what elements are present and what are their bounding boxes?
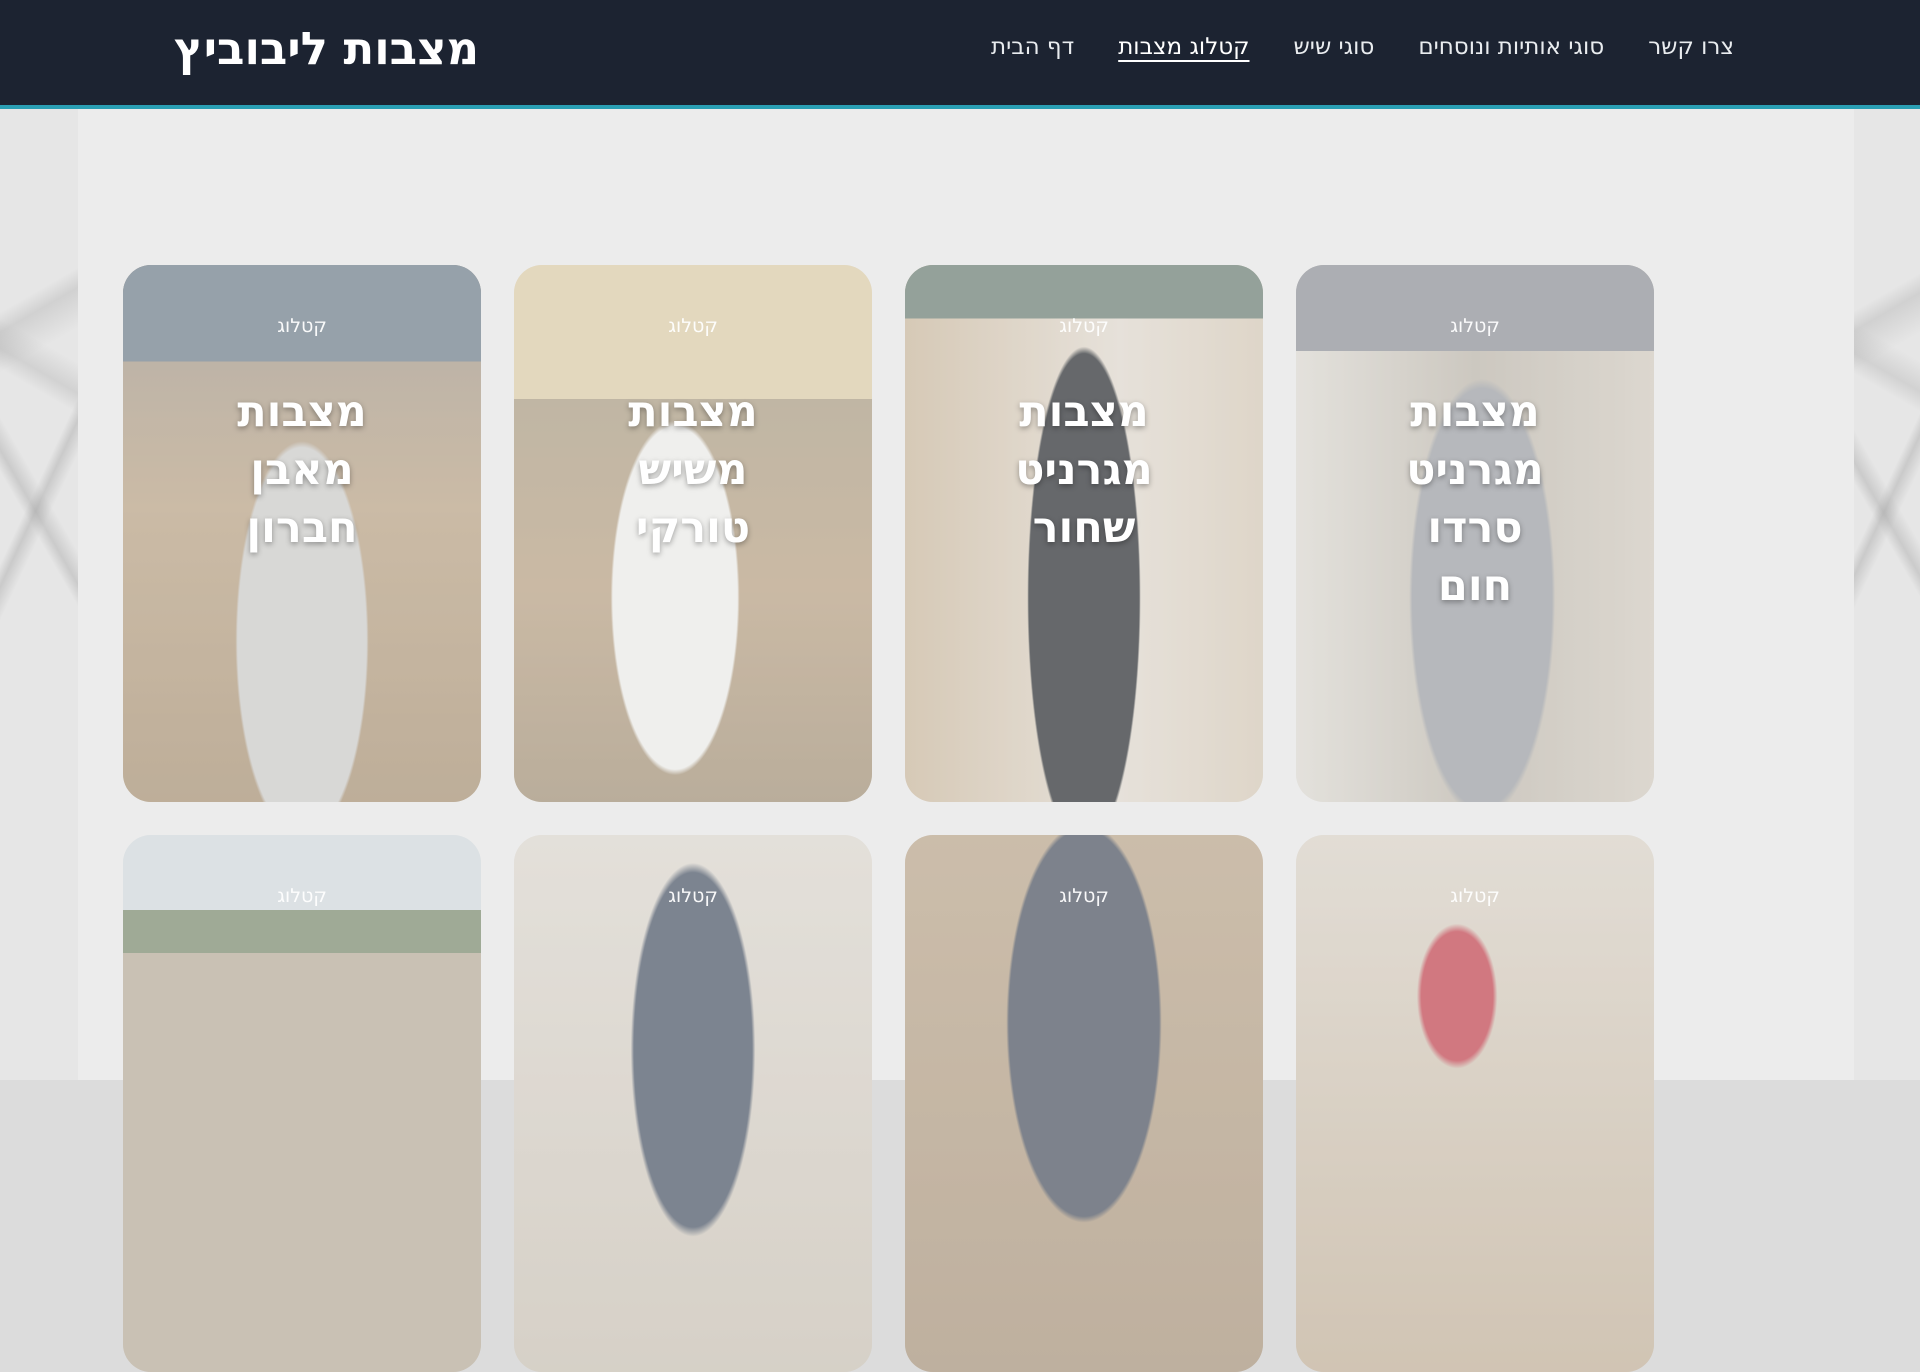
card-title-line: חום [1437,561,1513,611]
nav-home[interactable]: דף הבית [991,34,1074,60]
card-tag: קטלוג [668,315,718,337]
card-overlay [905,835,1263,1372]
card-title: מצבות מגרניט סרדו חום [1316,383,1634,615]
card-title: מצבות מגרניט שחור [925,383,1243,557]
card-title-line: מצבות [628,387,758,437]
card-tag: קטלוג [1059,315,1109,337]
card-title-line: משיש [638,445,748,495]
nav-catalog[interactable]: קטלוג מצבות [1118,34,1249,60]
card-title-line: חברון [246,503,358,553]
catalog-card-hebron-stone[interactable]: קטלוג מצבות מאבן חברון [123,265,481,802]
card-title: מצבות מאבן חברון [143,383,461,557]
site-logo[interactable]: מצבות ליבוביץ [174,22,479,75]
catalog-card-black-granite[interactable]: קטלוג מצבות מגרניט שחור [905,265,1263,802]
card-tag: קטלוג [1450,885,1500,907]
card-tag: קטלוג [1059,885,1109,907]
catalog-card[interactable]: קטלוג [514,835,872,1372]
card-tag: קטלוג [277,885,327,907]
nav-fonts-and-texts[interactable]: סוגי אותיות ונוסחים [1418,34,1604,60]
card-title-line: מצבות [1019,387,1149,437]
card-title-line: מאבן [250,445,354,495]
catalog-card[interactable]: קטלוג [905,835,1263,1372]
card-title-line: טורקי [635,503,751,553]
catalog-card[interactable]: קטלוג [123,835,481,1372]
card-title: מצבות משיש טורקי [534,383,852,557]
card-tag: קטלוג [1450,315,1500,337]
card-title-line: מצבות [1410,387,1540,437]
catalog-card-turkish-marble[interactable]: קטלוג מצבות משיש טורקי [514,265,872,802]
card-title-line: מגרניט [1015,445,1153,495]
catalog-card[interactable]: קטלוג [1296,835,1654,1372]
card-title-line: מצבות [237,387,367,437]
catalog-card-sardo-granite[interactable]: קטלוג מצבות מגרניט סרדו חום [1296,265,1654,802]
nav-contact[interactable]: צרו קשר [1648,34,1734,60]
marble-background-right [1854,109,1920,1080]
card-overlay [514,835,872,1372]
site-header: צרו קשר סוגי אותיות ונוסחים סוגי שיש קטל… [0,0,1920,109]
card-tag: קטלוג [277,315,327,337]
card-title-line: שחור [1032,503,1136,553]
main-navigation: צרו קשר סוגי אותיות ונוסחים סוגי שיש קטל… [991,34,1734,60]
card-title-line: סרדו [1427,503,1523,553]
nav-marble-types[interactable]: סוגי שיש [1294,34,1375,60]
card-title-line: מגרניט [1406,445,1544,495]
marble-background-left [0,109,78,1080]
card-tag: קטלוג [668,885,718,907]
card-overlay [1296,835,1654,1372]
catalog-grid: קטלוג מצבות מגרניט סרדו חום קטלוג מצבות … [122,265,1654,1372]
card-overlay [123,835,481,1372]
